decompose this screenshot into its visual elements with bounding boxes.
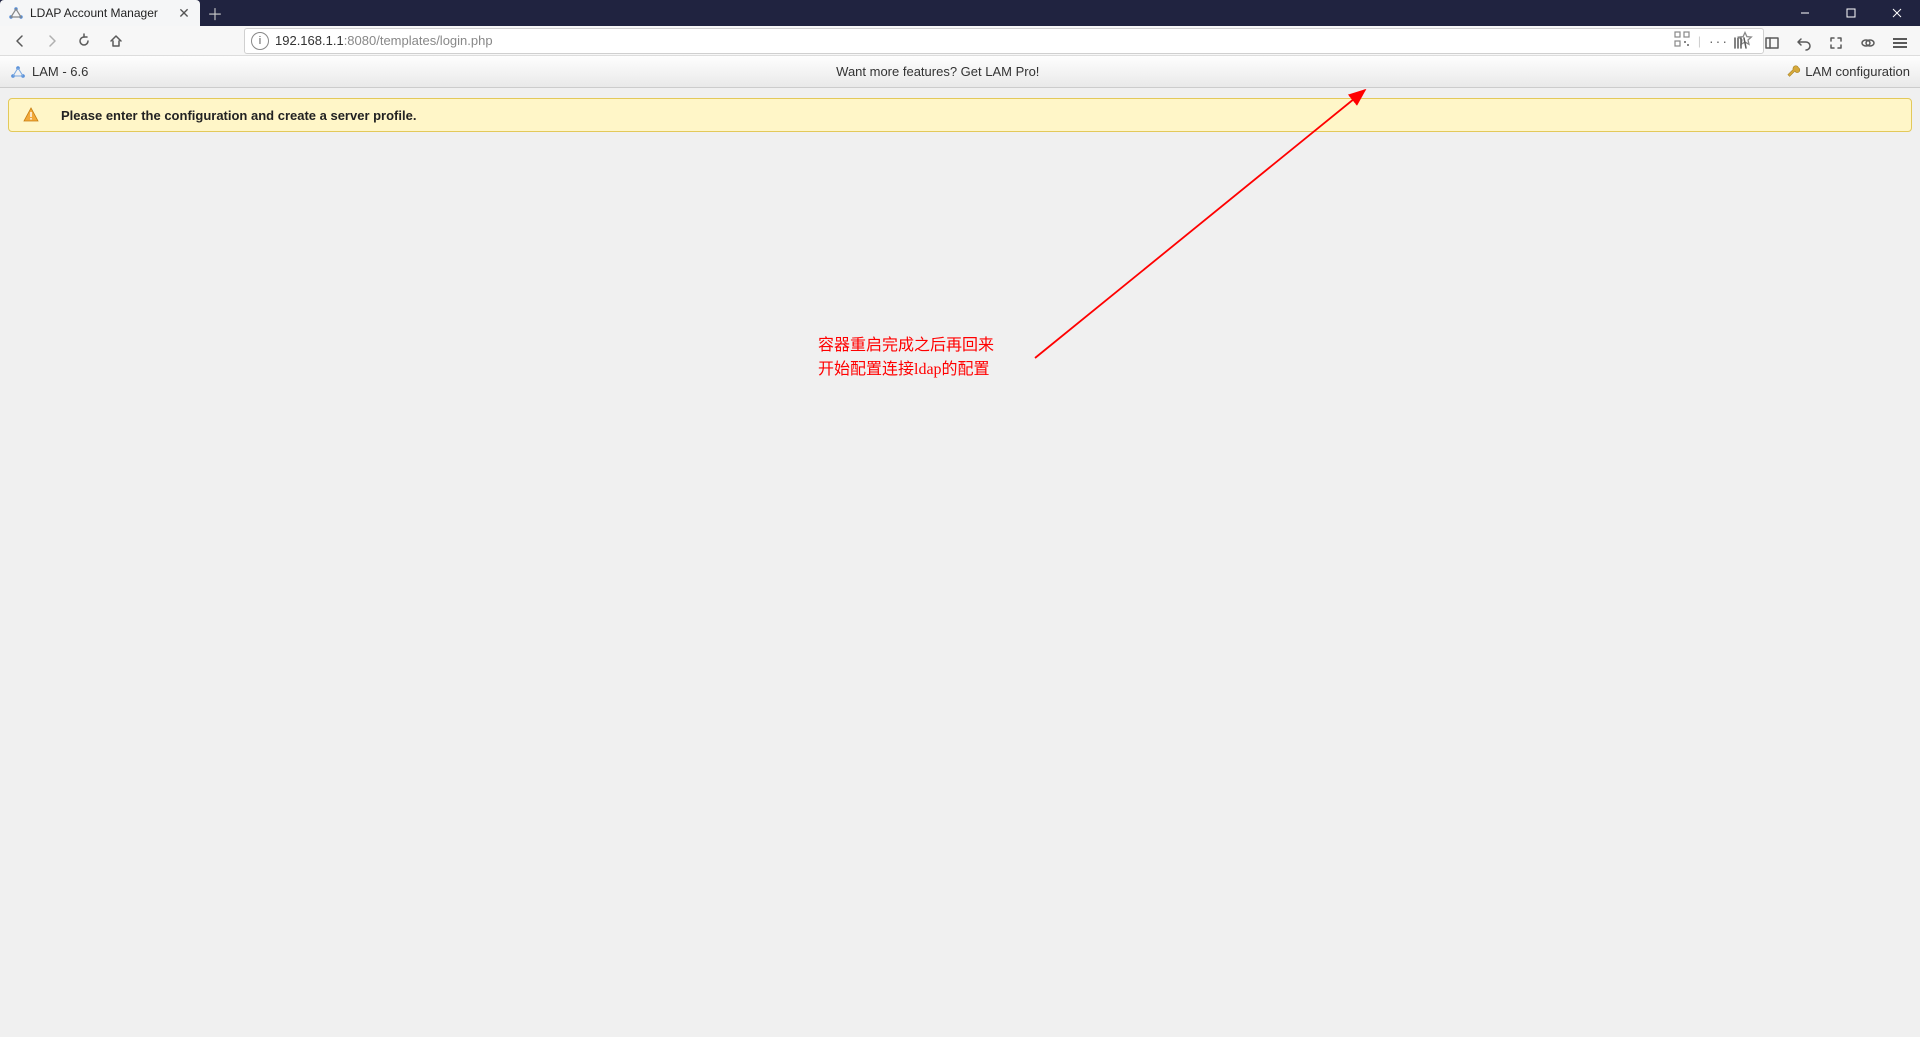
app-menu-button[interactable]	[1886, 30, 1914, 56]
toolbar-right	[1726, 28, 1914, 58]
window-controls	[1782, 0, 1920, 26]
app-header: LAM - 6.6 Want more features? Get LAM Pr…	[0, 56, 1920, 88]
url-host: 192.168.1.1	[275, 33, 344, 48]
plus-icon: ＋	[207, 1, 223, 25]
window-titlebar: LDAP Account Manager ✕ ＋	[0, 0, 1920, 26]
browser-tab-active[interactable]: LDAP Account Manager ✕	[0, 0, 200, 26]
app-version-label: LAM - 6.6	[32, 64, 88, 79]
browser-toolbar: i 192.168.1.1:8080/templates/login.php |…	[0, 26, 1920, 56]
nav-back-button[interactable]	[6, 28, 34, 54]
undo-icon[interactable]	[1790, 30, 1818, 56]
screenshot-icon[interactable]	[1822, 30, 1850, 56]
library-icon[interactable]	[1726, 30, 1754, 56]
page-content: LAM - 6.6 Want more features? Get LAM Pr…	[0, 56, 1920, 1037]
window-close-button[interactable]	[1874, 0, 1920, 26]
app-header-left: LAM - 6.6	[10, 64, 88, 80]
lam-configuration-label: LAM configuration	[1805, 64, 1910, 79]
window-maximize-button[interactable]	[1828, 0, 1874, 26]
wrench-icon	[1787, 65, 1801, 79]
tab-title: LDAP Account Manager	[30, 6, 170, 20]
annotation-line1: 容器重启完成之后再回来	[818, 337, 994, 354]
site-info-icon[interactable]: i	[251, 32, 269, 50]
window-minimize-button[interactable]	[1782, 0, 1828, 26]
annotation-line2: 开始配置连接ldap的配置	[818, 361, 990, 378]
annotation-overlay: 容器重启完成之后再回来 开始配置连接ldap的配置	[0, 56, 1920, 1037]
warning-alert: Please enter the configuration and creat…	[8, 98, 1912, 132]
titlebar-spacer	[230, 0, 1782, 26]
warning-triangle-icon	[23, 107, 39, 123]
warning-text: Please enter the configuration and creat…	[61, 108, 416, 123]
annotation-text: 容器重启完成之后再回来 开始配置连接ldap的配置	[818, 334, 994, 382]
app-promo-link[interactable]: Want more features? Get LAM Pro!	[88, 64, 1787, 79]
address-bar[interactable]: i 192.168.1.1:8080/templates/login.php |…	[244, 28, 1764, 54]
tab-strip: LDAP Account Manager ✕ ＋	[0, 0, 230, 26]
lam-logo-icon	[10, 64, 26, 80]
url-text[interactable]: 192.168.1.1:8080/templates/login.php	[275, 33, 1668, 48]
extension-icon[interactable]	[1854, 30, 1882, 56]
nav-reload-button[interactable]	[70, 28, 98, 54]
nav-home-button[interactable]	[102, 28, 130, 54]
app-promo-text: Want more features? Get LAM Pro!	[836, 64, 1039, 79]
lam-configuration-link[interactable]: LAM configuration	[1787, 64, 1910, 79]
nav-forward-button[interactable]	[38, 28, 66, 54]
qr-icon[interactable]	[1674, 31, 1690, 50]
tab-close-icon[interactable]: ✕	[176, 5, 192, 21]
new-tab-button[interactable]: ＋	[200, 0, 230, 26]
tab-favicon-icon	[8, 5, 24, 21]
sidebar-toggle-icon[interactable]	[1758, 30, 1786, 56]
url-path: :8080/templates/login.php	[344, 33, 493, 48]
hamburger-icon	[1893, 36, 1907, 50]
